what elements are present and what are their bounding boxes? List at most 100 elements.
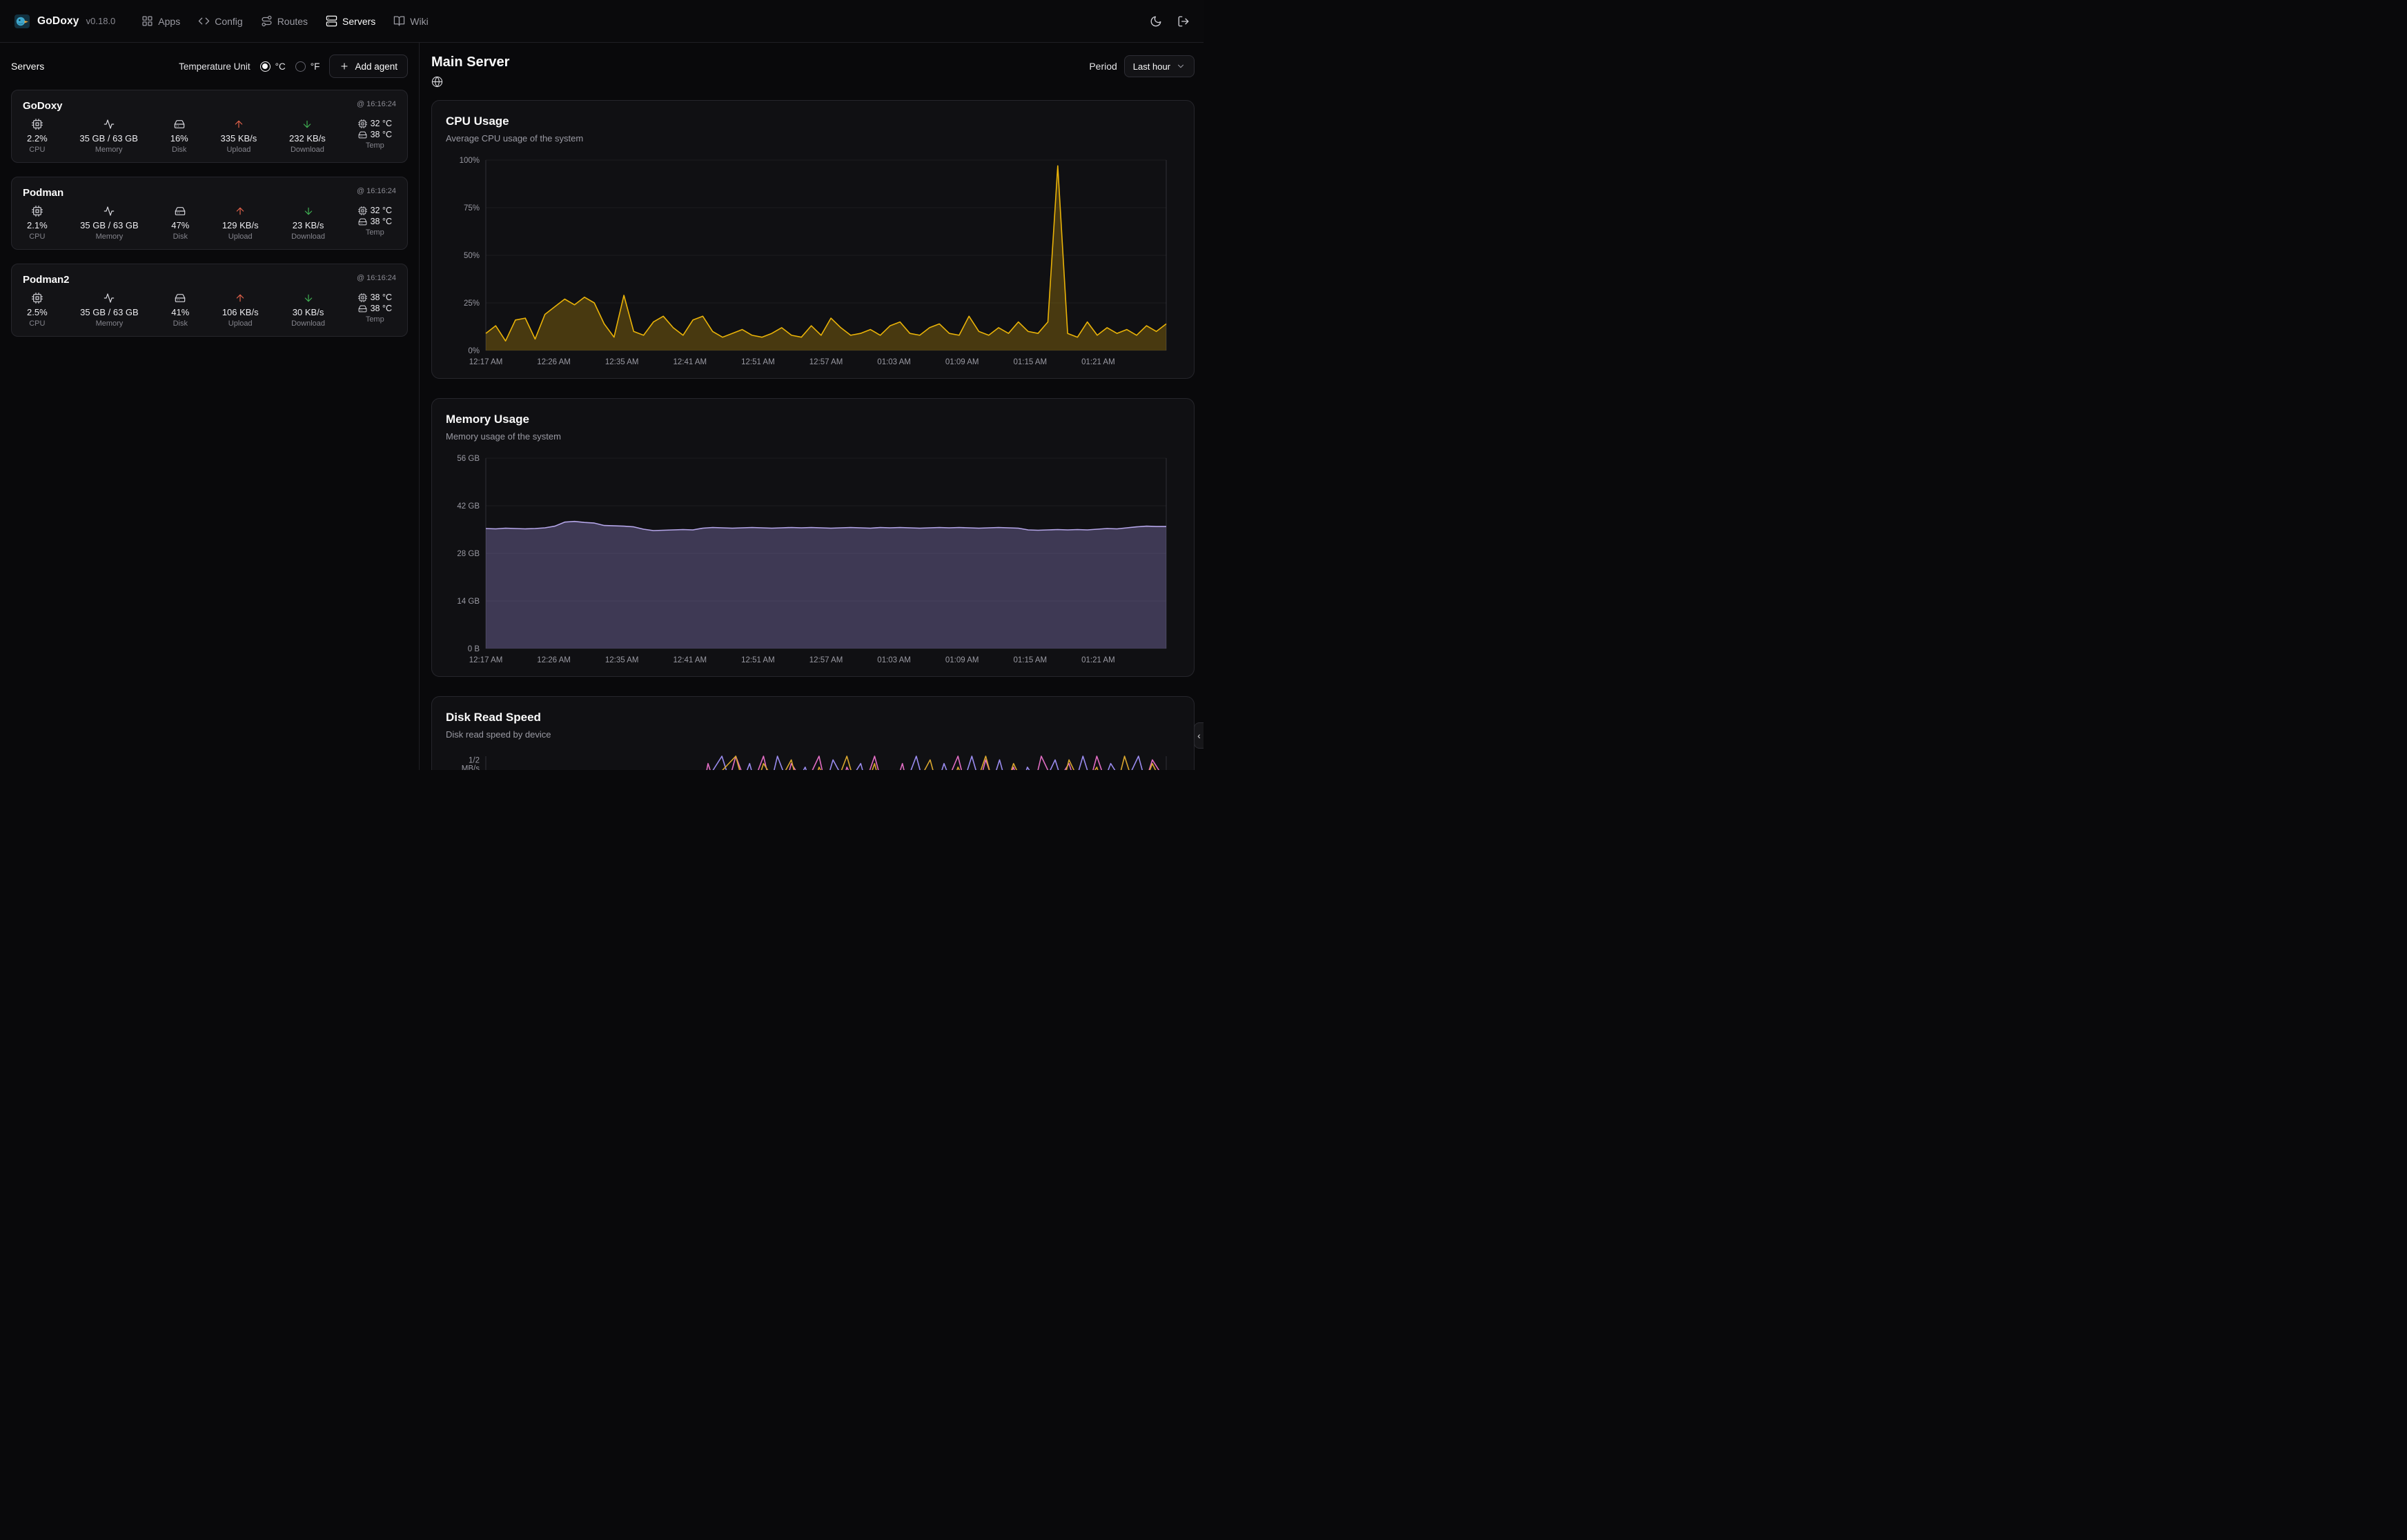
hard-drive-icon — [175, 293, 186, 304]
sidebar-header: Servers Temperature Unit °C °F Add agent — [11, 54, 408, 79]
svg-text:0 B: 0 B — [468, 645, 480, 653]
memory-stat: 35 GB / 63 GB Memory — [79, 119, 138, 154]
svg-text:12:57 AM: 12:57 AM — [809, 358, 843, 366]
temp-label: Temp — [366, 141, 384, 150]
plus-icon — [340, 61, 349, 71]
server-timestamp: @ 16:16:24 — [357, 187, 396, 195]
chart-subtitle: Memory usage of the system — [446, 431, 1180, 443]
server-card-header: GoDoxy @ 16:16:24 — [23, 100, 396, 112]
cpu-label: CPU — [29, 233, 45, 241]
sidebar-title: Servers — [11, 61, 44, 72]
server-card-header: Podman @ 16:16:24 — [23, 187, 396, 199]
server-card-list: GoDoxy @ 16:16:24 2.2% CPU 35 GB / 63 GB — [11, 90, 408, 337]
nav-item-apps[interactable]: Apps — [141, 15, 180, 27]
svg-text:01:21 AM: 01:21 AM — [1081, 656, 1115, 664]
cpu-value: 2.5% — [27, 307, 48, 317]
svg-text:0%: 0% — [468, 347, 480, 355]
period-value: Last hour — [1133, 61, 1170, 72]
server-timestamp: @ 16:16:24 — [357, 100, 396, 108]
server-card-podman[interactable]: Podman @ 16:16:24 2.1% CPU 35 GB / 63 GB — [11, 177, 408, 250]
svg-text:01:15 AM: 01:15 AM — [1014, 656, 1048, 664]
memory-label: Memory — [96, 233, 124, 241]
activity-icon — [104, 119, 115, 130]
panel-collapse-handle[interactable]: ‹ — [1194, 722, 1204, 749]
svg-text:12:57 AM: 12:57 AM — [809, 656, 843, 664]
upload-value: 129 KB/s — [222, 220, 259, 230]
cpu-label: CPU — [29, 319, 45, 328]
cpu-temp-row: 38 °C — [358, 293, 392, 302]
nav-item-config-label: Config — [215, 16, 242, 27]
radio-fahrenheit[interactable]: °F — [295, 61, 320, 72]
chart-list: CPU Usage Average CPU usage of the syste… — [431, 100, 1195, 770]
server-stats-row: 2.5% CPU 35 GB / 63 GB Memory 41% Disk — [23, 293, 396, 328]
cpu-chip-icon — [32, 119, 43, 130]
svg-text:12:41 AM: 12:41 AM — [674, 358, 707, 366]
book-open-icon — [393, 15, 405, 27]
cpu-temp-value: 32 °C — [371, 119, 392, 128]
period-label: Period — [1089, 61, 1117, 72]
hard-drive-icon — [175, 206, 186, 217]
memory-label: Memory — [95, 146, 123, 154]
theme-toggle-button[interactable] — [1150, 15, 1162, 28]
svg-text:12:41 AM: 12:41 AM — [674, 656, 707, 664]
main-panel: Main Server Period Last hour CPU Usage — [420, 43, 1204, 770]
server-name: Podman2 — [23, 274, 70, 286]
server-card-godoxy[interactable]: GoDoxy @ 16:16:24 2.2% CPU 35 GB / 63 GB — [11, 90, 408, 163]
disk-stat: 41% Disk — [171, 293, 189, 328]
radio-celsius[interactable]: °C — [260, 61, 286, 72]
cpu-temp-row: 32 °C — [358, 206, 392, 215]
server-stack-icon — [326, 15, 337, 27]
cpu-chip-icon — [358, 206, 367, 215]
chart-title: Disk Read Speed — [446, 709, 1180, 726]
upload-label: Upload — [228, 233, 253, 241]
disk-temp-value: 38 °C — [371, 304, 392, 313]
app-root: GoDoxy v0.18.0 Apps Config Routes Server — [0, 0, 1204, 770]
period-select[interactable]: Last hour — [1124, 55, 1195, 77]
chart-title: CPU Usage — [446, 113, 1180, 130]
upload-label: Upload — [226, 146, 250, 154]
temp-stat: 32 °C 38 °C Temp — [358, 119, 392, 154]
cpu-usage-card: CPU Usage Average CPU usage of the syste… — [431, 100, 1195, 379]
upload-stat: 129 KB/s Upload — [222, 206, 259, 241]
disk-temp-value: 38 °C — [371, 217, 392, 226]
content-row: Servers Temperature Unit °C °F Add agent — [0, 43, 1204, 770]
disk-stat: 16% Disk — [170, 119, 188, 154]
sidebar-header-controls: Temperature Unit °C °F Add agent — [179, 55, 408, 78]
nav-item-wiki-label: Wiki — [410, 16, 428, 27]
nav-item-servers-label: Servers — [342, 16, 375, 27]
svg-text:12:26 AM: 12:26 AM — [537, 358, 571, 366]
route-icon — [261, 15, 273, 27]
nav-item-config[interactable]: Config — [198, 15, 242, 27]
upload-value: 335 KB/s — [221, 133, 257, 144]
cpu-temp-value: 32 °C — [371, 206, 392, 215]
radio-fahrenheit-circle — [295, 61, 306, 72]
server-timestamp: @ 16:16:24 — [357, 274, 396, 282]
download-arrow-icon — [303, 293, 314, 304]
logout-button[interactable] — [1177, 15, 1190, 28]
download-stat: 23 KB/s Download — [291, 206, 325, 241]
nav-item-servers[interactable]: Servers — [326, 15, 375, 27]
main-title-block: Main Server — [431, 52, 509, 88]
svg-text:01:09 AM: 01:09 AM — [945, 358, 979, 366]
download-stat: 30 KB/s Download — [291, 293, 325, 328]
cpu-chip-icon — [32, 206, 43, 217]
nav-item-routes[interactable]: Routes — [261, 15, 308, 27]
temp-label: Temp — [366, 315, 384, 324]
download-value: 30 KB/s — [293, 307, 324, 317]
app-name: GoDoxy — [37, 15, 79, 28]
disk-temp-row: 38 °C — [358, 217, 392, 226]
disk-stat: 47% Disk — [171, 206, 189, 241]
svg-text:01:21 AM: 01:21 AM — [1081, 358, 1115, 366]
svg-text:01:03 AM: 01:03 AM — [877, 656, 911, 664]
server-card-podman2[interactable]: Podman2 @ 16:16:24 2.5% CPU 35 GB / 63 G… — [11, 264, 408, 337]
svg-text:12:17 AM: 12:17 AM — [469, 656, 503, 664]
disk-read-speed-chart: 1/2MB/s — [446, 749, 1180, 770]
nav-item-wiki[interactable]: Wiki — [393, 15, 428, 27]
upload-arrow-icon — [235, 293, 246, 304]
svg-text:100%: 100% — [460, 157, 480, 165]
svg-text:12:51 AM: 12:51 AM — [741, 358, 775, 366]
add-agent-button[interactable]: Add agent — [329, 55, 408, 78]
cpu-stat: 2.1% CPU — [27, 206, 48, 241]
top-navbar: GoDoxy v0.18.0 Apps Config Routes Server — [0, 0, 1204, 43]
godoxy-logo[interactable] — [14, 13, 30, 30]
